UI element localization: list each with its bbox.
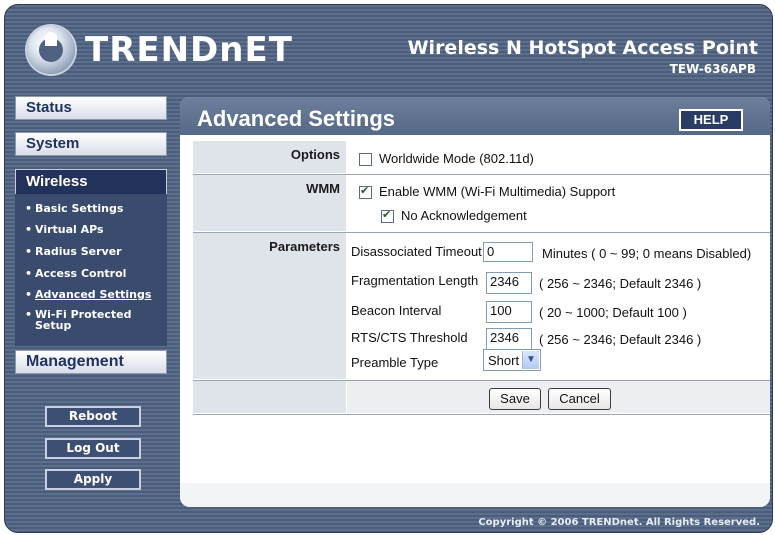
trendnet-logo-icon xyxy=(27,26,75,74)
panel-title-bar: Advanced Settings HELP xyxy=(180,97,770,135)
subnav-advanced-settings[interactable]: • Advanced Settings xyxy=(25,288,151,301)
disassociated-timeout-hint: Minutes ( 0 ~ 99; 0 means Disabled) xyxy=(542,246,752,261)
beacon-interval-label: Beacon Interval xyxy=(351,303,442,318)
apply-button[interactable]: Apply xyxy=(45,469,141,490)
beacon-interval-input[interactable]: 100 xyxy=(486,301,532,323)
no-acknowledgement-label: No Acknowledgement xyxy=(401,208,527,223)
logo-text: TRENDnET xyxy=(85,30,293,70)
actions-row xyxy=(193,381,770,413)
trendnet-logo: TRENDnET xyxy=(27,26,293,74)
wmm-label: WMM xyxy=(193,175,346,231)
enable-wmm-label: Enable WMM (Wi-Fi Multimedia) Support xyxy=(379,184,616,199)
page-title: Advanced Settings xyxy=(197,106,396,131)
rts-cts-threshold-hint: ( 256 ~ 2346; Default 2346 ) xyxy=(539,332,702,347)
copyright: Copyright © 2006 TRENDnet. All Rights Re… xyxy=(478,517,760,528)
reboot-button[interactable]: Reboot xyxy=(45,406,141,427)
divider xyxy=(193,414,770,415)
wireless-submenu: • Basic Settings • Virtual APs • Radius Ser… xyxy=(15,194,167,346)
fragmentation-length-input[interactable]: 2346 xyxy=(486,272,532,294)
preamble-type-select[interactable]: Short ▼ xyxy=(483,349,541,371)
beacon-interval-hint: ( 20 ~ 1000; Default 100 ) xyxy=(539,305,687,320)
subnav-access-control[interactable]: • Access Control xyxy=(25,267,126,280)
save-button[interactable]: Save xyxy=(489,388,541,410)
disassociated-timeout-input[interactable]: 0 xyxy=(483,242,533,262)
fragmentation-length-hint: ( 256 ~ 2346; Default 2346 ) xyxy=(539,276,702,291)
rts-cts-threshold-input[interactable]: 2346 xyxy=(486,328,532,350)
subnav-wi-fi-protected-setup[interactable]: • Wi-Fi Protected Setup xyxy=(25,309,145,331)
options-row: Options Worldwide Mode (802.11d) xyxy=(193,141,770,173)
parameters-label: Parameters xyxy=(193,233,346,379)
product-name: Wireless N HotSpot Access Point xyxy=(407,37,758,59)
worldwide-mode-label: Worldwide Mode (802.11d) xyxy=(379,151,534,166)
nav-status[interactable]: Status xyxy=(15,96,167,120)
nav-management[interactable]: Management xyxy=(15,350,167,374)
options-label: Options xyxy=(193,141,346,173)
app-frame: TRENDnET Wireless N HotSpot Access Point… xyxy=(4,4,773,533)
wmm-row: WMM Enable WMM (Wi-Fi Multimedia) Suppor… xyxy=(193,175,770,231)
panel-footer xyxy=(180,483,770,507)
help-button[interactable]: HELP xyxy=(679,109,743,131)
disassociated-timeout-label: Disassociated Timeout xyxy=(351,244,482,259)
no-acknowledgement-checkbox[interactable] xyxy=(381,208,394,223)
preamble-type-label: Preamble Type xyxy=(351,355,439,370)
nav-system[interactable]: System xyxy=(15,132,167,156)
nav-wireless[interactable]: Wireless xyxy=(15,169,167,195)
cancel-button[interactable]: Cancel xyxy=(548,388,611,410)
header: TRENDnET Wireless N HotSpot Access Point… xyxy=(5,5,772,85)
preamble-type-value: Short xyxy=(488,353,520,368)
settings-panel: Advanced Settings HELP Options Worldwide… xyxy=(180,97,770,507)
logout-button[interactable]: Log Out xyxy=(45,438,141,459)
chevron-down-icon[interactable]: ▼ xyxy=(522,351,539,369)
enable-wmm-checkbox[interactable] xyxy=(359,184,372,199)
subnav-basic-settings[interactable]: • Basic Settings xyxy=(25,202,123,215)
fragmentation-length-label: Fragmentation Length xyxy=(351,273,479,288)
worldwide-mode-checkbox[interactable] xyxy=(359,153,372,166)
model-number: TEW-636APB xyxy=(669,62,756,76)
rts-cts-threshold-label: RTS/CTS Threshold xyxy=(351,330,468,345)
subnav-radius-server[interactable]: • Radius Server xyxy=(25,245,122,258)
subnav-virtual-aps[interactable]: • Virtual APs xyxy=(25,223,104,236)
